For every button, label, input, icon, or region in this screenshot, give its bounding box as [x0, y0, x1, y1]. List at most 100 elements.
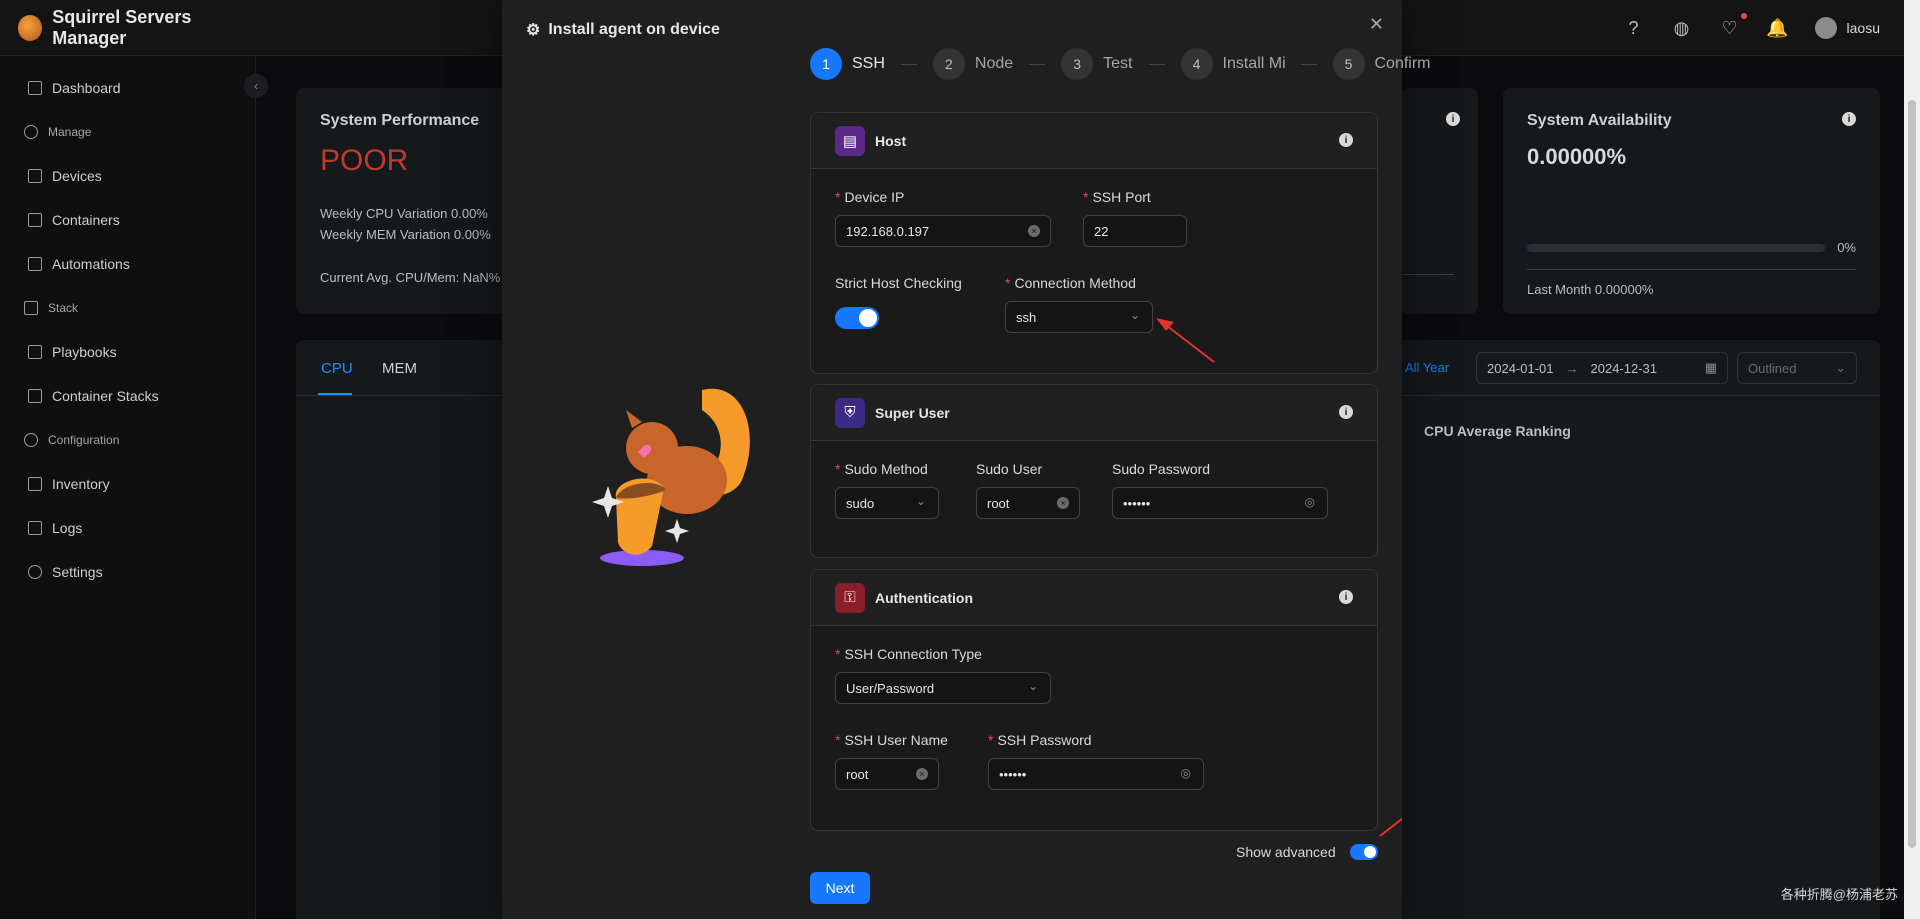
device-ip-field: * Device IP 192.168.0.197 × — [835, 189, 1051, 247]
divider — [1527, 269, 1856, 270]
ssh-password-field: * SSH Password •••••• ◎ — [988, 732, 1204, 790]
squirrel-illustration — [592, 388, 750, 566]
host-section-header: ▤ Host i — [811, 113, 1377, 169]
ssh-connection-type-select[interactable]: User/Password ⌄ — [835, 672, 1051, 704]
dashboard-icon — [28, 81, 42, 95]
sudo-method-select[interactable]: sudo ⌄ — [835, 487, 939, 519]
sidebar-item-logs[interactable]: Logs — [0, 506, 255, 550]
sudo-user-input[interactable]: root × — [976, 487, 1080, 519]
squirrel-logo-icon — [18, 14, 43, 41]
sidebar-item-playbooks[interactable]: Playbooks — [0, 330, 255, 374]
tab-cpu[interactable]: CPU — [321, 360, 353, 377]
help-icon[interactable]: ? — [1623, 17, 1645, 39]
step-test[interactable]: 3 Test — [1061, 48, 1133, 80]
stack-icon — [24, 301, 38, 315]
connection-method-select[interactable]: ssh ⌄ — [1005, 301, 1153, 333]
step-separator — [900, 63, 917, 65]
globe-icon[interactable]: ◍ — [1671, 17, 1693, 39]
info-icon[interactable]: i — [1339, 133, 1353, 147]
eye-invisible-icon[interactable]: ◎ — [1305, 495, 1315, 509]
ssh-user-name-input[interactable]: root × — [835, 758, 939, 790]
stepper: 1 SSH 2 Node 3 Test 4 Install Mi 5 Confirm — [810, 48, 1431, 80]
sidebar-item-automations[interactable]: Automations — [0, 242, 255, 286]
step-confirm[interactable]: 5 Confirm — [1332, 48, 1431, 80]
tab-mem[interactable]: MEM — [382, 360, 417, 377]
avatar — [1814, 17, 1837, 39]
server-icon: ▤ — [835, 125, 865, 156]
card-title: System Availability — [1527, 112, 1672, 129]
step-node[interactable]: 2 Node — [932, 48, 1013, 80]
key-icon: ⚿ — [835, 582, 865, 613]
ssh-user-name-field: * SSH User Name root × — [835, 732, 948, 790]
eye-invisible-icon[interactable]: ◎ — [1181, 766, 1191, 780]
card-title: System Performance — [320, 112, 480, 129]
user-name: laosu — [1846, 20, 1880, 36]
chevron-down-icon: ⌄ — [1027, 679, 1038, 693]
info-icon[interactable]: i — [1339, 405, 1353, 419]
authentication-section-header: ⚿ Authentication i — [811, 570, 1377, 626]
close-icon[interactable]: ✕ — [1369, 14, 1384, 35]
ranking-title: CPU Average Ranking — [1424, 423, 1571, 439]
brand[interactable]: Squirrel Servers Manager — [0, 7, 256, 49]
tab-underline — [318, 393, 352, 395]
sidebar-item-container-stacks[interactable]: Container Stacks — [0, 374, 255, 418]
clear-icon[interactable]: × — [1028, 225, 1040, 237]
scrollbar-thumb[interactable] — [1908, 100, 1916, 848]
watermark: 各种折腾@杨浦老苏 — [1780, 887, 1898, 902]
next-button[interactable]: Next — [810, 872, 870, 904]
super-user-section: ⛨ Super User i * Sudo Method sudo ⌄ Sudo U… — [810, 384, 1378, 558]
sudo-password-input[interactable]: •••••• ◎ — [1112, 487, 1328, 519]
user-menu[interactable]: laosu — [1814, 17, 1880, 39]
ssh-password-input[interactable]: •••••• ◎ — [988, 758, 1204, 790]
arrow-right-icon: → — [1565, 360, 1579, 376]
step-separator — [1029, 63, 1046, 65]
progress-percent: 0% — [1837, 240, 1856, 255]
divider — [1400, 274, 1454, 275]
authentication-section: ⚿ Authentication i * SSH Connection Type … — [810, 569, 1378, 831]
gear-icon — [24, 433, 38, 447]
sidebar-item-containers[interactable]: Containers — [0, 198, 255, 242]
style-select[interactable]: Outlined ⌄ — [1737, 352, 1857, 384]
metric-card: i — [1400, 88, 1478, 314]
last-month: Last Month 0.00000% — [1527, 282, 1654, 297]
sudo-password-field: Sudo Password •••••• ◎ — [1112, 461, 1328, 519]
connection-method-field: * Connection Method ssh ⌄ — [1005, 275, 1153, 333]
availability-value: 0.00000% — [1527, 144, 1627, 169]
step-ssh[interactable]: 1 SSH — [810, 48, 885, 80]
sidebar-item-dashboard[interactable]: Dashboard — [0, 66, 255, 110]
chevron-down-icon: ⌄ — [1129, 308, 1140, 322]
automation-icon — [28, 257, 42, 271]
health-icon[interactable]: ♡ — [1719, 13, 1747, 39]
sudo-method-field: * Sudo Method sudo ⌄ — [835, 461, 939, 519]
bell-icon[interactable]: 🔔 — [1766, 17, 1788, 39]
device-ip-input[interactable]: 192.168.0.197 × — [835, 215, 1051, 247]
range-all-year[interactable]: All Year — [1405, 360, 1449, 375]
date-range-picker[interactable]: 2024-01-01 → 2024-12-31 ▦ — [1476, 352, 1728, 384]
system-performance-card: System Performance POOR Weekly CPU Varia… — [296, 88, 516, 314]
clear-icon[interactable]: × — [916, 768, 928, 780]
info-icon[interactable]: i — [1446, 112, 1460, 126]
sidebar-group-manage: Manage — [0, 110, 255, 154]
ssh-port-input[interactable]: 22 — [1083, 215, 1187, 247]
sidebar-item-settings[interactable]: Settings — [0, 550, 255, 594]
mem-variation: Weekly MEM Variation 0.00% — [320, 227, 491, 242]
info-icon[interactable]: i — [1842, 112, 1856, 126]
page-scrollbar[interactable] — [1904, 0, 1920, 919]
performance-status: POOR — [320, 144, 409, 177]
sidebar-item-inventory[interactable]: Inventory — [0, 462, 255, 506]
super-user-section-header: ⛨ Super User i — [811, 385, 1377, 441]
step-install[interactable]: 4 Install Mi — [1180, 48, 1285, 80]
sidebar-item-devices[interactable]: Devices — [0, 154, 255, 198]
sudo-user-field: Sudo User root × — [976, 461, 1080, 519]
install-icon: ⚙ — [526, 22, 541, 39]
availability-progress — [1527, 243, 1826, 252]
sidebar-collapse-button[interactable]: ‹ — [244, 74, 268, 98]
info-icon[interactable]: i — [1339, 590, 1353, 604]
calendar-icon: ▦ — [1704, 360, 1717, 375]
show-advanced-toggle[interactable] — [1349, 844, 1378, 860]
sidebar-group-stack: Stack — [0, 286, 255, 330]
clear-icon[interactable]: × — [1057, 497, 1069, 509]
globe-icon — [24, 125, 38, 139]
step-separator — [1300, 63, 1317, 65]
strict-host-toggle[interactable] — [835, 307, 879, 329]
